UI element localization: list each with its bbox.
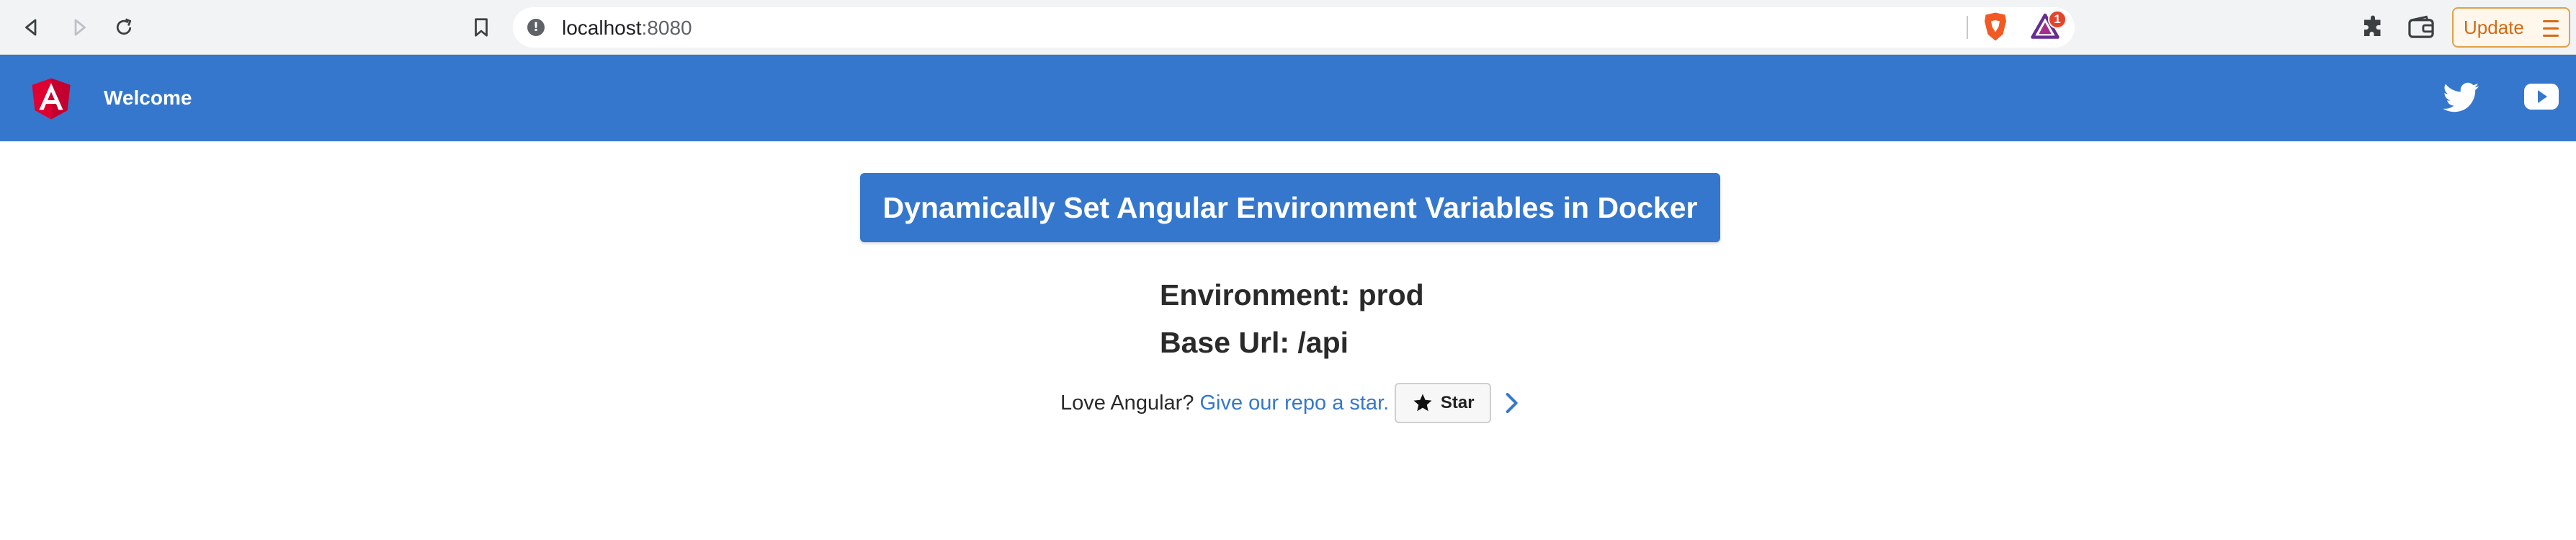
extensions-icon[interactable] [2360,14,2386,40]
forward-button[interactable] [65,13,94,42]
browser-toolbar: ! localhost:8080 1 Update [0,0,2576,55]
environment-text: Environment: prod [1160,278,1424,311]
info-icon[interactable]: ! [527,19,545,36]
back-icon [25,19,37,36]
app-toolbar: Welcome [0,55,2576,141]
repo-star-link[interactable]: Give our repo a star. [1199,391,1389,415]
bookmark-button[interactable] [467,13,496,42]
url-port: :8080 [641,17,692,39]
forward-icon [74,19,86,36]
menu-icon [2543,20,2559,37]
cta-prefix: Love Angular? [1060,391,1194,415]
url-host: localhost [562,17,642,39]
reload-icon [116,18,132,35]
bookmark-icon [475,18,488,37]
chevron-right-icon[interactable] [1503,391,1520,415]
base-url-text: Base Url: /api [1160,326,1349,359]
reload-button[interactable] [109,13,138,42]
url-text: localhost:8080 [562,17,692,40]
back-button[interactable] [17,13,46,42]
page-headline: Dynamically Set Angular Environment Vari… [860,173,1720,242]
star-label: Star [1440,393,1475,412]
toolbar-title: Welcome [104,87,192,109]
update-label: Update [2464,16,2524,38]
brave-shield-icon[interactable] [1982,12,2008,42]
youtube-icon[interactable] [2524,82,2559,111]
star-cta: Love Angular? Give our repo a star. Star [1060,382,1520,424]
twitter-icon[interactable] [2442,79,2481,115]
wallet-icon[interactable] [2407,14,2435,40]
update-button[interactable]: Update [2452,7,2570,48]
rewards-badge: 1 [2048,10,2067,29]
address-bar[interactable]: ! localhost:8080 [513,7,2075,48]
star-button[interactable]: Star [1395,383,1492,423]
omnibox-divider [1967,16,1968,39]
angular-logo [32,78,71,120]
star-icon [1413,394,1432,412]
